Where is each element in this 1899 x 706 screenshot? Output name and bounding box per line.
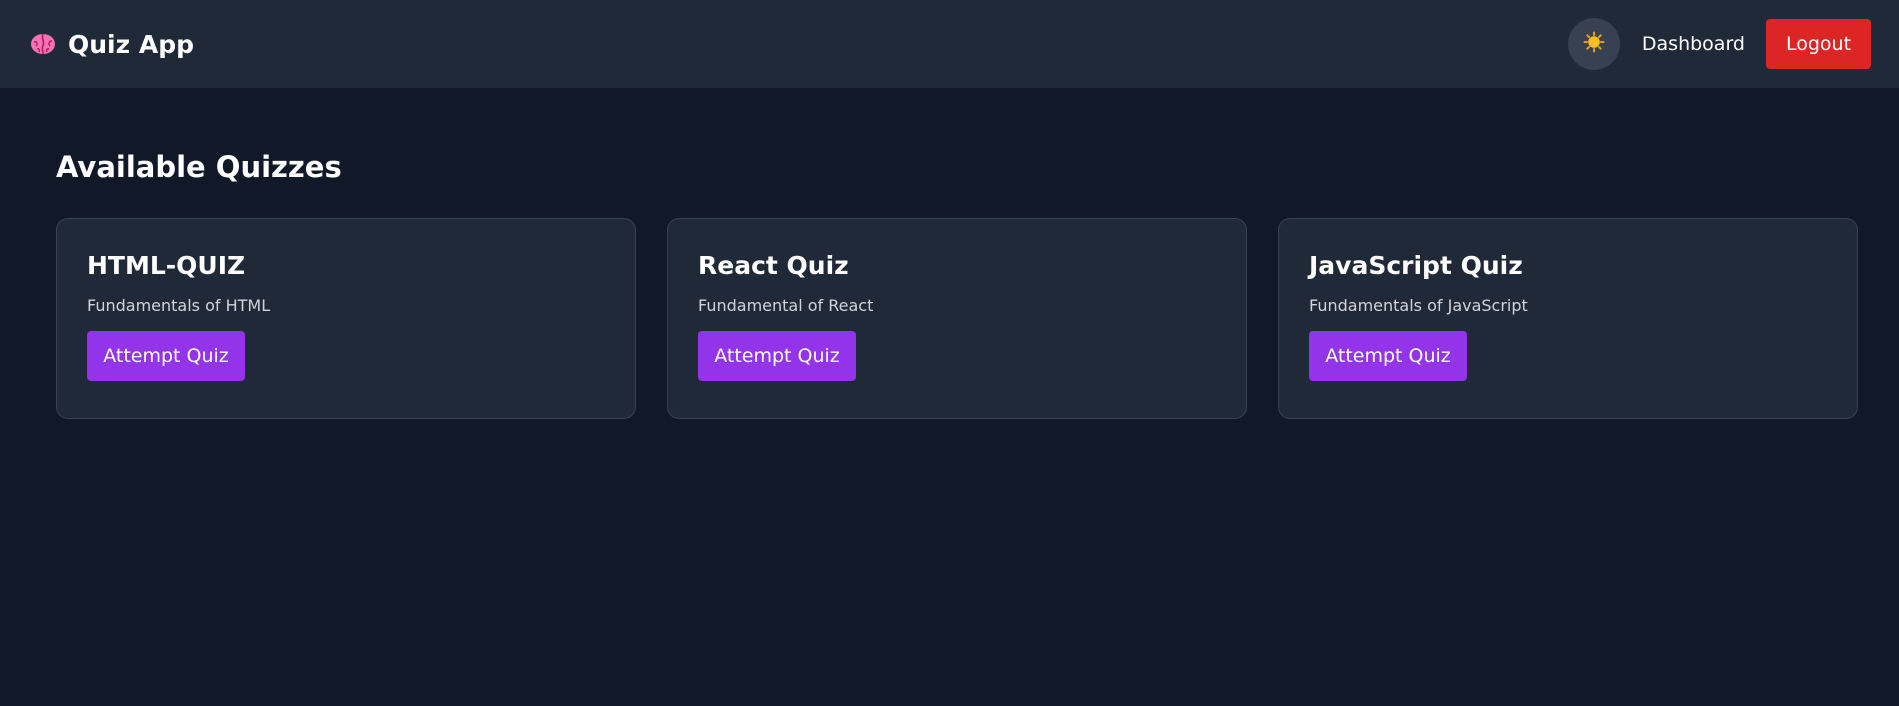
quiz-card-list: HTML-QUIZ Fundamentals of HTML Attempt Q… <box>56 218 1858 419</box>
quiz-card-description: Fundamental of React <box>698 296 874 315</box>
logout-button[interactable]: Logout <box>1766 19 1871 69</box>
brand-title: Quiz App <box>68 29 195 59</box>
brand[interactable]: Quiz App <box>28 29 194 59</box>
theme-toggle-button[interactable] <box>1567 18 1620 70</box>
navbar: Quiz App Dashboard Logout <box>0 0 1899 88</box>
brain-icon <box>28 29 58 59</box>
quiz-card: React Quiz Fundamental of React Attempt … <box>667 218 1247 419</box>
attempt-quiz-button[interactable]: Attempt Quiz <box>1309 331 1467 381</box>
quiz-card-title: React Quiz <box>698 251 849 280</box>
quiz-card-description: Fundamentals of JavaScript <box>1309 296 1528 315</box>
sun-icon <box>1583 31 1605 57</box>
quiz-card-title: HTML-QUIZ <box>87 251 246 280</box>
page-title: Available Quizzes <box>56 150 342 184</box>
quiz-card: JavaScript Quiz Fundamentals of JavaScri… <box>1278 218 1858 419</box>
attempt-quiz-button[interactable]: Attempt Quiz <box>698 331 856 381</box>
quiz-card: HTML-QUIZ Fundamentals of HTML Attempt Q… <box>56 218 636 419</box>
attempt-quiz-button[interactable]: Attempt Quiz <box>87 331 245 381</box>
nav-actions: Dashboard Logout <box>1567 18 1871 70</box>
quiz-card-title: JavaScript Quiz <box>1309 251 1523 280</box>
dashboard-link[interactable]: Dashboard <box>1642 33 1745 55</box>
quiz-card-description: Fundamentals of HTML <box>87 296 271 315</box>
